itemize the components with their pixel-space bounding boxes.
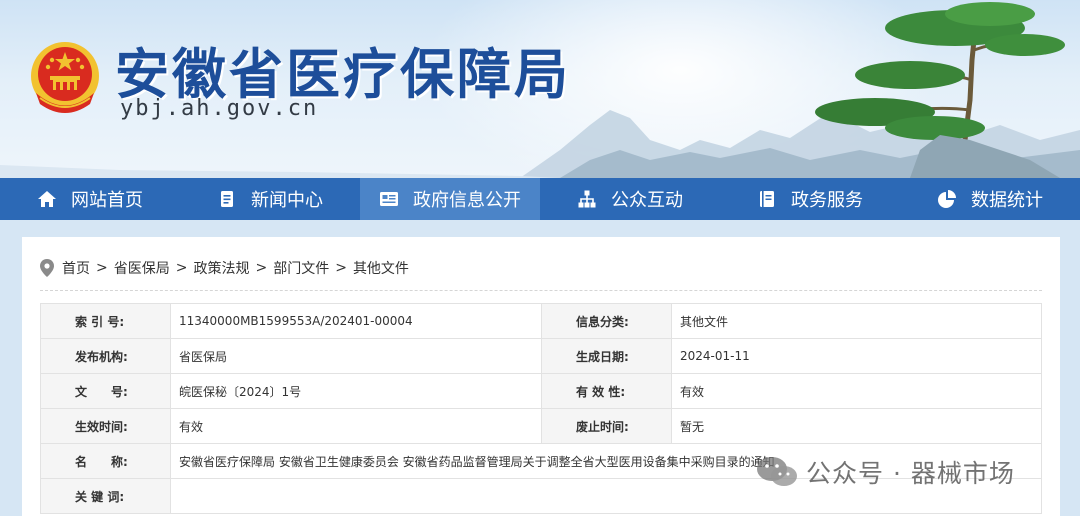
breadcrumb-dept-docs[interactable]: 部门文件 [273, 258, 329, 278]
breadcrumb-home[interactable]: 首页 [62, 258, 90, 278]
nav-item-label: 政务服务 [791, 190, 863, 211]
document-icon [221, 191, 233, 207]
main-nav: 网站首页 新闻中心 政府信息公开 公众互动 政务服务 数据统计 [0, 178, 1080, 220]
docno-label: 文 号: [40, 373, 171, 409]
nav-item-label: 公众互动 [611, 190, 683, 211]
breadcrumb: 首页 > 省医保局 > 政策法规 > 部门文件 > 其他文件 [40, 257, 409, 279]
docno-value: 皖医保秘〔2024〕1号 [170, 373, 542, 409]
breadcrumb-separator: > [175, 260, 188, 276]
watermark-text: 公众号 · 器械市场 [806, 459, 1015, 488]
site-banner: 安徽省医疗保障局 ybj.ah.gov.cn [0, 0, 1080, 178]
breadcrumb-other-docs[interactable]: 其他文件 [353, 258, 409, 278]
expire-label: 废止时间: [541, 408, 672, 444]
expire-value: 暂无 [671, 408, 1042, 444]
pie-chart-icon [938, 190, 956, 208]
keywords-label: 关 键 词: [40, 478, 171, 514]
book-icon [760, 191, 774, 207]
breadcrumb-separator: > [255, 260, 268, 276]
nav-item-label: 网站首页 [71, 190, 143, 211]
table-row: 索 引 号: 11340000MB1599553A/202401-00004 信… [40, 303, 1042, 339]
validity-value: 有效 [671, 373, 1042, 409]
nav-item-gov-info[interactable]: 政府信息公开 [360, 178, 540, 220]
nav-item-label: 政府信息公开 [413, 190, 521, 211]
date-value: 2024-01-11 [671, 338, 1042, 374]
wechat-watermark: 公众号 · 器械市场 [756, 454, 1015, 490]
site-domain: ybj.ah.gov.cn [120, 96, 319, 121]
network-icon [578, 190, 596, 208]
nav-item-statistics[interactable]: 数据统计 [900, 178, 1080, 220]
breadcrumb-divider [40, 290, 1042, 291]
national-emblem-icon [31, 42, 99, 113]
table-row: 生效时间: 有效 废止时间: 暂无 [40, 408, 1042, 444]
nav-item-label: 数据统计 [971, 190, 1043, 211]
table-row: 发布机构: 省医保局 生成日期: 2024-01-11 [40, 338, 1042, 374]
nav-item-interaction[interactable]: 公众互动 [540, 178, 720, 220]
nav-item-news[interactable]: 新闻中心 [180, 178, 360, 220]
index-value: 11340000MB1599553A/202401-00004 [170, 303, 542, 339]
table-row: 文 号: 皖医保秘〔2024〕1号 有 效 性: 有效 [40, 373, 1042, 409]
nav-item-label: 新闻中心 [251, 190, 323, 211]
breadcrumb-bureau[interactable]: 省医保局 [114, 258, 170, 278]
breadcrumb-separator: > [335, 260, 347, 276]
wechat-icon [757, 457, 797, 486]
breadcrumb-policy[interactable]: 政策法规 [193, 258, 249, 278]
newspaper-icon [380, 192, 398, 206]
date-label: 生成日期: [541, 338, 672, 374]
validity-label: 有 效 性: [541, 373, 672, 409]
home-icon [38, 191, 56, 207]
pine-tree-scenery [815, 2, 1065, 178]
nav-item-home[interactable]: 网站首页 [0, 178, 180, 220]
publisher-value: 省医保局 [170, 338, 542, 374]
nav-item-services[interactable]: 政务服务 [720, 178, 900, 220]
index-label: 索 引 号: [40, 303, 171, 339]
breadcrumb-separator: > [96, 260, 108, 276]
category-value: 其他文件 [671, 303, 1042, 339]
location-pin-icon [40, 259, 54, 277]
category-label: 信息分类: [541, 303, 672, 339]
name-label: 名 称: [40, 443, 171, 479]
effective-value: 有效 [170, 408, 542, 444]
effective-label: 生效时间: [40, 408, 171, 444]
publisher-label: 发布机构: [40, 338, 171, 374]
